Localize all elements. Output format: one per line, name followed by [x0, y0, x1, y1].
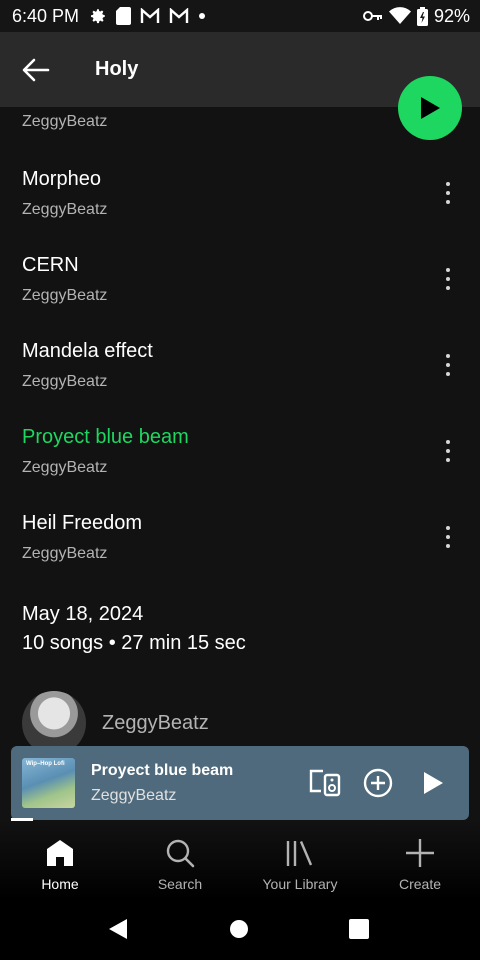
nav-home[interactable]: Home: [0, 820, 120, 900]
battery-percentage: 92%: [433, 5, 470, 26]
battery-icon: [416, 6, 428, 26]
nav-search[interactable]: Search: [120, 820, 240, 900]
key-icon: [362, 9, 383, 23]
nav-label: Create: [398, 876, 442, 892]
dot-icon: [198, 12, 206, 20]
add-to-library-icon[interactable]: [362, 767, 394, 799]
track-title: Morpheo: [22, 168, 101, 190]
system-home-icon[interactable]: [229, 919, 249, 939]
system-recents-icon[interactable]: [349, 919, 369, 939]
track-list: Morpheo ZeggyBeatz CERN ZeggyBeatz Mande…: [0, 150, 480, 580]
album-summary: 10 songs • 27 min 15 sec: [22, 632, 246, 654]
bottom-nav: Home Search Your Library Create: [0, 820, 480, 900]
back-button[interactable]: [21, 55, 51, 85]
track-title: Mandela effect: [22, 340, 153, 362]
release-date: May 18, 2024: [22, 603, 144, 625]
track-artist: ZeggyBeatz: [22, 373, 108, 390]
track-title: CERN: [22, 254, 79, 276]
track-artist: ZeggyBeatz: [22, 287, 108, 304]
gear-icon: [89, 7, 107, 25]
system-back-icon[interactable]: [108, 918, 128, 940]
sd-card-icon: [116, 7, 132, 25]
more-options-icon[interactable]: [436, 350, 460, 380]
nav-label: Home: [41, 876, 79, 892]
connect-device-icon[interactable]: [309, 767, 341, 799]
now-playing-artist: ZeggyBeatz: [91, 787, 177, 804]
wifi-icon: [388, 7, 411, 25]
more-options-icon[interactable]: [436, 178, 460, 208]
nav-your-library[interactable]: Your Library: [240, 820, 360, 900]
track-title: Heil Freedom: [22, 512, 143, 534]
more-options-icon[interactable]: [436, 436, 460, 466]
album-art: Wip–Hop Lofi: [22, 758, 75, 808]
track-artist: ZeggyBeatz: [22, 459, 108, 476]
playback-progress-bar: [11, 818, 33, 821]
play-icon: [421, 97, 440, 119]
plus-icon: [406, 839, 434, 867]
track-row[interactable]: Mandela effect ZeggyBeatz: [0, 322, 480, 408]
gmail-icon: [140, 8, 160, 24]
more-options-icon[interactable]: [436, 264, 460, 294]
gmail-icon: [169, 8, 189, 24]
track-row[interactable]: Morpheo ZeggyBeatz: [0, 150, 480, 236]
track-artist: ZeggyBeatz: [22, 201, 108, 218]
track-title: Proyect blue beam: [22, 426, 189, 448]
library-icon: [286, 841, 313, 866]
album-art-text: Wip–Hop Lofi: [26, 761, 65, 767]
page-title: Holy: [95, 58, 139, 80]
track-row[interactable]: CERN ZeggyBeatz: [0, 236, 480, 322]
status-time: 6:40 PM: [12, 5, 80, 26]
track-row-playing[interactable]: Proyect blue beam ZeggyBeatz: [0, 408, 480, 494]
home-icon: [47, 840, 73, 866]
track-artist: ZeggyBeatz: [22, 113, 108, 130]
status-bar: 6:40 PM 92%: [0, 0, 480, 32]
track-row[interactable]: Heil Freedom ZeggyBeatz: [0, 494, 480, 580]
arrow-left-icon: [22, 58, 50, 81]
track-artist: ZeggyBeatz: [22, 545, 108, 562]
more-options-icon[interactable]: [436, 522, 460, 552]
play-button[interactable]: [398, 76, 462, 140]
mini-player[interactable]: Wip–Hop Lofi Proyect blue beam ZeggyBeat…: [11, 746, 469, 820]
nav-label: Search: [157, 876, 203, 892]
nav-label: Your Library: [262, 876, 338, 892]
mini-play-icon[interactable]: [417, 767, 449, 799]
system-nav-bar: [0, 900, 480, 960]
search-icon: [166, 839, 195, 868]
nav-create[interactable]: Create: [360, 820, 480, 900]
artist-name: ZeggyBeatz: [102, 711, 209, 734]
now-playing-title: Proyect blue beam: [91, 762, 234, 779]
